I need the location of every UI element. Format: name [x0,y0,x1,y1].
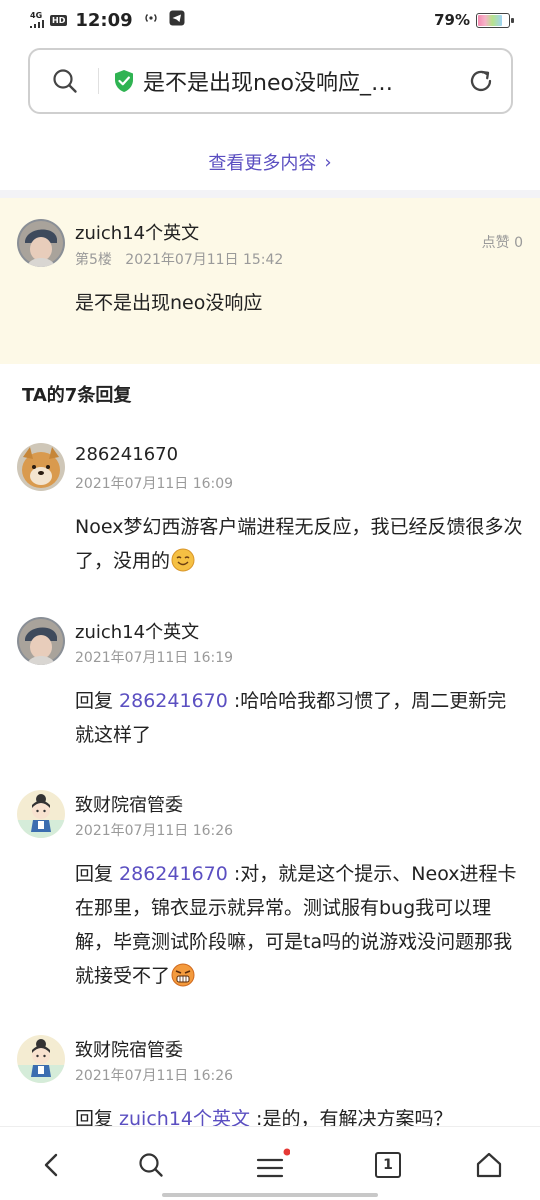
search-icon [139,1153,163,1177]
see-more-label: 查看更多内容 [208,153,317,174]
see-more-link[interactable]: 查看更多内容 › [0,134,540,190]
replies-heading: TA的7条回复 [22,385,132,406]
gesture-handle[interactable] [162,1193,378,1197]
reply-text: Noex梦幻西游客户端进程无反应，我已经反馈很多次了，没用的 [75,516,523,572]
chevron-right-icon: › [324,151,332,173]
address-divider [98,68,99,94]
user-avatar-photo [17,219,65,267]
post-timestamp: 2021年07月11日 15:42 [125,252,284,268]
signal-icon [30,20,44,28]
back-icon [44,1153,58,1177]
reply-content: 回复 286241670 :哈哈哈我都习惯了，周二更新完就这样了 [75,684,525,752]
network-indicator: 4G [30,12,44,28]
home-button[interactable] [469,1145,509,1185]
reply-timestamp: 2021年07月11日 16:26 [75,823,234,839]
notification-dot [283,1148,290,1156]
battery-icon [476,12,514,28]
status-left: 4G HD 12:09 [30,10,185,31]
avatar[interactable] [17,443,65,491]
hotspot-icon [143,11,159,29]
hd-badge: HD [50,14,68,26]
battery-percent: 79% [434,11,470,29]
status-bar: 4G HD 12:09 79% [0,0,540,40]
clock: 12:09 [75,9,133,31]
post-meta: 第5楼 2021年07月11日 15:42 [75,249,283,269]
username[interactable]: 致财院宿管委 [75,1036,183,1062]
cartoon-avatar [17,1035,65,1083]
home-icon [476,1152,502,1178]
status-right: 79% [434,11,514,29]
reply-to-link[interactable]: 286241670 [119,863,228,885]
reply-content: Noex梦幻西游客户端进程无反应，我已经反馈很多次了，没用的 [75,510,525,578]
highlighted-post: zuich14个英文 第5楼 2021年07月11日 15:42 点赞 0 是不… [0,198,540,364]
post-content: 是不是出现neo没响应 [75,292,263,314]
smile-emoji-icon [171,548,195,572]
search-button[interactable] [131,1145,171,1185]
network-label: 4G [30,11,43,20]
avatar[interactable] [17,790,65,838]
page-title[interactable]: 是不是出现neo没响应_… [143,65,453,97]
reply-content: 回复 286241670 :对，就是这个提示、Neox进程卡在那里，锦衣显示就异… [75,857,525,993]
reply-to-link[interactable]: 286241670 [119,690,228,712]
username[interactable]: zuich14个英文 [75,618,199,644]
address-bar[interactable]: 是不是出现neo没响应_… [28,48,513,114]
angry-emoji-icon [171,963,195,987]
floor-number: 第5楼 [75,252,112,268]
tabs-button[interactable]: 1 [368,1145,408,1185]
username[interactable]: 致财院宿管委 [75,791,183,817]
menu-icon [256,1148,290,1178]
username[interactable]: zuich14个英文 [75,219,199,245]
search-icon[interactable] [52,68,78,94]
avatar[interactable] [17,219,65,267]
menu-button[interactable] [250,1145,290,1185]
user-avatar-photo [17,617,65,665]
section-divider [0,190,540,198]
cartoon-avatar [17,790,65,838]
reply-prefix: 回复 [75,863,120,885]
battery-fill [478,14,502,26]
dog-avatar-photo [17,443,65,491]
avatar[interactable] [17,617,65,665]
username[interactable]: 286241670 [75,444,178,465]
reload-icon[interactable] [467,67,495,95]
reply-timestamp: 2021年07月11日 16:09 [75,476,234,492]
reply-timestamp: 2021年07月11日 16:26 [75,1068,234,1084]
like-button[interactable]: 点赞 0 [482,232,523,252]
reply-prefix: 回复 [75,690,120,712]
bottom-toolbar: 1 [0,1126,540,1200]
telegram-icon [169,10,185,30]
reply-timestamp: 2021年07月11日 16:19 [75,650,234,666]
tabs-count: 1 [375,1152,401,1178]
secure-shield-icon [115,70,133,92]
back-button[interactable] [31,1145,71,1185]
avatar[interactable] [17,1035,65,1083]
